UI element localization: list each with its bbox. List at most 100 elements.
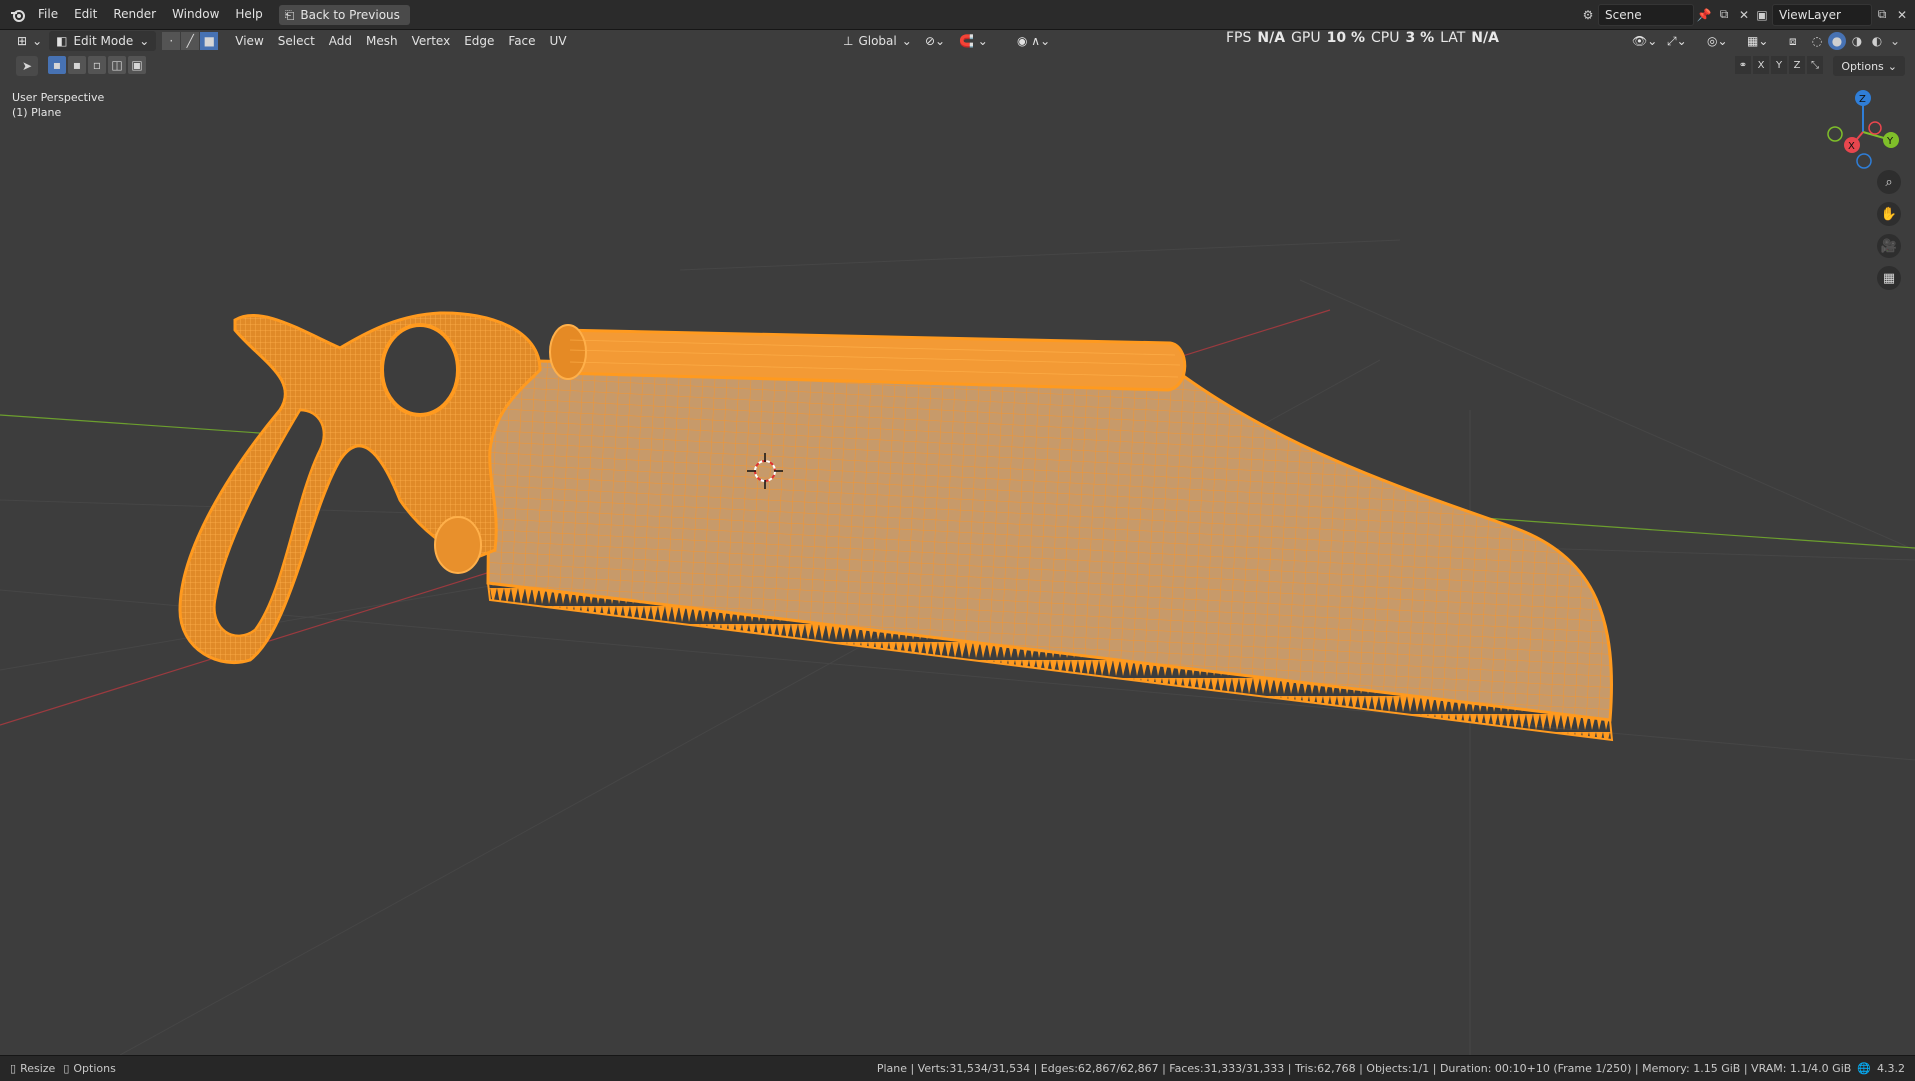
gizmo-toggle-button[interactable]: ⤢⌄: [1660, 31, 1694, 51]
viewlayer-name: ViewLayer: [1779, 7, 1841, 22]
tool-settings-row: ▪ ▪ ▫ ◫ ▣: [0, 54, 146, 76]
mirror-z-button[interactable]: Z: [1789, 56, 1805, 74]
gizmo-icon: ⤢⌄: [1667, 34, 1687, 48]
material-shading-icon[interactable]: ◑: [1848, 32, 1866, 50]
delete-viewlayer-icon[interactable]: ✕: [1892, 5, 1912, 25]
menu-help[interactable]: Help: [227, 0, 270, 29]
xray-toggle-button[interactable]: ⧈: [1782, 31, 1804, 51]
mirror-icon[interactable]: ⚭: [1735, 56, 1751, 74]
view-name-label: User Perspective: [12, 91, 105, 104]
zoom-icon[interactable]: ⌕: [1877, 170, 1901, 194]
select-mode-toggle[interactable]: · ╱ ■: [162, 32, 219, 50]
chevron-down-icon: ⌄: [1887, 59, 1897, 73]
wireframe-shading-icon[interactable]: ◌: [1808, 32, 1826, 50]
lat-value: N/A: [1471, 30, 1499, 46]
menu-render[interactable]: Render: [105, 0, 164, 29]
pivot-point-button[interactable]: ⊘⌄: [918, 31, 952, 51]
viewport-header: ⊞ ⌄ ◧ Edit Mode ⌄ · ╱ ■ View Select Add M…: [0, 30, 1915, 52]
gizmo-neg-y-icon[interactable]: [1827, 126, 1843, 142]
overlay-toggle-button[interactable]: ◎⌄: [1700, 31, 1735, 51]
top-bar: File Edit Render Window Help ⎗ Back to P…: [0, 0, 1915, 30]
gizmo-x-label: X: [1848, 141, 1855, 152]
blender-logo-icon[interactable]: [6, 7, 30, 23]
edge-select-icon[interactable]: ╱: [181, 32, 200, 50]
menu-uv[interactable]: UV: [543, 31, 574, 51]
visibility-button[interactable]: 👁⌄: [1625, 31, 1664, 51]
mirror-axis-group[interactable]: ⚭ X Y Z ⤡: [1735, 56, 1823, 74]
snap-button[interactable]: 🧲 ⌄: [952, 31, 995, 51]
menu-mesh[interactable]: Mesh: [359, 31, 405, 51]
orientation-icon: ⊥: [843, 34, 854, 48]
scene-canvas[interactable]: Z Y X: [0, 30, 1915, 1055]
chevron-down-icon: ⌄: [901, 34, 912, 48]
editor-type-icon: ⊞: [17, 34, 28, 48]
select-new-icon[interactable]: ▪: [48, 56, 66, 74]
proportional-edit-button[interactable]: ◉ ∧⌄: [1010, 31, 1057, 51]
new-scene-icon[interactable]: ⧉: [1714, 5, 1734, 25]
gizmo-neg-z-icon[interactable]: [1856, 153, 1872, 169]
overlay-icon: ◎⌄: [1707, 34, 1728, 48]
mode-label: Edit Mode: [73, 34, 134, 48]
selection-mode-group[interactable]: ▪ ▪ ▫ ◫ ▣: [48, 56, 146, 74]
face-select-icon[interactable]: ■: [200, 32, 219, 50]
chevron-down-icon[interactable]: ⌄: [1888, 32, 1902, 50]
fps-label: FPS: [1226, 30, 1252, 46]
mirror-x-button[interactable]: X: [1753, 56, 1769, 74]
shading-mode-group[interactable]: ◌ ● ◑ ◐ ⌄: [1808, 32, 1902, 50]
auto-merge-icon[interactable]: ⤡: [1807, 56, 1823, 74]
select-subtract-icon[interactable]: ▫: [88, 56, 106, 74]
menu-file[interactable]: File: [30, 0, 66, 29]
handle-screw-mesh[interactable]: [434, 516, 482, 574]
spine-cap-mesh[interactable]: [549, 324, 587, 380]
mirror-y-button[interactable]: Y: [1771, 56, 1787, 74]
scene-selector[interactable]: ⚙ Scene 📌 ⧉ ✕: [1578, 3, 1754, 26]
chevron-down-icon: ⌄: [139, 34, 150, 48]
back-icon: ⎗: [284, 7, 295, 22]
options-label: Options: [1841, 59, 1884, 73]
pan-hand-icon[interactable]: ✋: [1877, 202, 1901, 226]
editor-type-button[interactable]: ⊞ ⌄: [10, 31, 49, 51]
mesh-overlay-button[interactable]: ▦⌄: [1740, 31, 1775, 51]
back-to-previous-button[interactable]: ⎗ Back to Previous: [278, 4, 410, 25]
menu-view[interactable]: View: [228, 31, 270, 51]
navigation-gizmo[interactable]: Z Y X: [1827, 90, 1899, 169]
active-object-label: (1) Plane: [12, 106, 62, 119]
3d-viewport[interactable]: Z Y X ⊞ ⌄ ◧ Edit Mode ⌄ · ╱ ■ View Select…: [0, 30, 1915, 1055]
menu-select[interactable]: Select: [271, 31, 322, 51]
cpu-value: 3 %: [1405, 30, 1435, 46]
delete-scene-icon[interactable]: ✕: [1734, 5, 1754, 25]
options-dropdown[interactable]: Options ⌄: [1833, 56, 1905, 76]
menu-add[interactable]: Add: [322, 31, 359, 51]
proportional-icon: ◉ ∧⌄: [1017, 34, 1051, 48]
menu-face[interactable]: Face: [501, 31, 542, 51]
xray-icon: ⧈: [1789, 34, 1797, 48]
select-intersect-icon[interactable]: ▣: [128, 56, 146, 74]
menu-edit[interactable]: Edit: [66, 0, 105, 29]
snap-icon: 🧲 ⌄: [959, 34, 988, 48]
status-options-label: Options: [73, 1062, 116, 1075]
gizmo-neg-x-icon[interactable]: [1868, 121, 1882, 135]
solid-shading-icon[interactable]: ●: [1828, 32, 1846, 50]
menu-window[interactable]: Window: [164, 0, 227, 29]
lat-label: LAT: [1440, 30, 1466, 46]
viewlayer-field[interactable]: ViewLayer: [1772, 3, 1872, 26]
select-extend-icon[interactable]: ▪: [68, 56, 86, 74]
camera-view-icon[interactable]: 🎥: [1877, 234, 1901, 258]
mode-selector[interactable]: ◧ Edit Mode ⌄: [49, 31, 157, 51]
menu-edge[interactable]: Edge: [457, 31, 501, 51]
scene-field[interactable]: Scene: [1598, 3, 1694, 26]
vertex-select-icon[interactable]: ·: [162, 32, 181, 50]
version-label: 4.3.2: [1877, 1062, 1905, 1075]
pin-icon[interactable]: 📌: [1694, 5, 1714, 25]
viewlayer-icon: ▣: [1756, 7, 1768, 22]
new-viewlayer-icon[interactable]: ⧉: [1872, 5, 1892, 25]
scene-stats-text: Plane | Verts:31,534/31,534 | Edges:62,8…: [876, 1062, 1852, 1075]
scene-statistics: Plane | Verts:31,534/31,534 | Edges:62,8…: [877, 1056, 1905, 1081]
menu-vertex[interactable]: Vertex: [405, 31, 458, 51]
gpu-label: GPU: [1291, 30, 1321, 46]
viewlayer-selector[interactable]: ▣ ViewLayer ⧉ ✕: [1752, 3, 1912, 26]
select-invert-icon[interactable]: ◫: [108, 56, 126, 74]
rendered-shading-icon[interactable]: ◐: [1868, 32, 1886, 50]
transform-orientation-dropdown[interactable]: ⊥ Global ⌄: [836, 31, 919, 51]
ortho-toggle-icon[interactable]: ▦: [1877, 266, 1901, 290]
